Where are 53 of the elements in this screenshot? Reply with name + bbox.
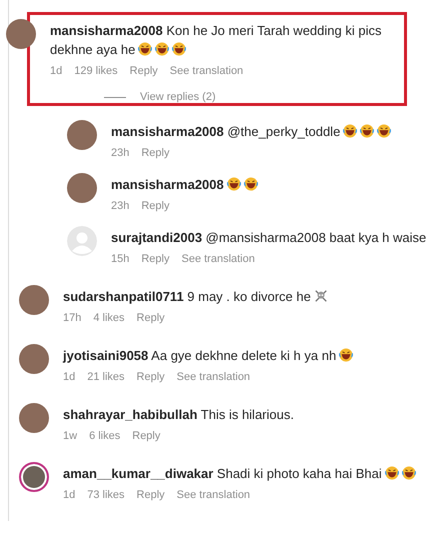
comment-text: mansisharma2008 @the_perky_toddle (111, 122, 431, 141)
reply-button[interactable]: Reply (136, 371, 165, 383)
laughing-emoji-icon (172, 42, 186, 56)
reply-button[interactable]: Reply (141, 200, 170, 212)
reply-button[interactable]: Reply (130, 65, 158, 77)
comment-text: jyotisaini9058 Aa gye dekhne delete ki h ya nh (63, 346, 354, 365)
see-translation-button[interactable]: See translation (170, 65, 244, 77)
avatar-photo[interactable] (67, 173, 97, 203)
laughing-emoji-icon (343, 124, 358, 138)
view-replies-button[interactable]: View replies (2) (140, 91, 216, 103)
comment-time: 15h (111, 253, 130, 265)
see-translation-button[interactable]: See translation (181, 253, 255, 265)
avatar-photo[interactable] (19, 344, 49, 374)
laughing-emoji-icon (339, 348, 354, 362)
reply-button[interactable]: Reply (136, 312, 165, 324)
comment-time: 1d (63, 371, 76, 383)
likes-count[interactable]: 129 likes (74, 65, 118, 77)
comment-text: aman__kumar__diwakar Shadi ki photo kaha hai Bhai (63, 464, 416, 483)
laughing-emoji-icon (402, 466, 416, 480)
laughing-emoji-icon (244, 177, 258, 191)
reply-button[interactable]: Reply (136, 489, 165, 501)
laughing-emoji-icon (360, 124, 374, 138)
avatar-photo[interactable] (6, 19, 36, 49)
comment-time: 23h (111, 200, 130, 212)
comment-text: shahrayar_habibullah This is hilarious. (63, 406, 294, 424)
comment-time: 1d (63, 489, 76, 501)
reply-button[interactable]: Reply (132, 430, 160, 442)
skull-crossbones-icon (314, 289, 328, 303)
comment-time: 1d (50, 65, 62, 77)
laughing-emoji-icon (138, 42, 152, 56)
likes-count[interactable]: 21 likes (87, 371, 125, 383)
avatar-photo[interactable] (19, 285, 49, 315)
reply-button[interactable]: Reply (141, 253, 170, 265)
avatar-photo[interactable] (19, 462, 49, 492)
comment-text: sudarshanpatil0711 9 may . ko divorce he (63, 287, 328, 306)
likes-count[interactable]: 4 likes (93, 312, 125, 324)
avatar-photo[interactable] (67, 120, 97, 150)
comment-text: surajtandi2003 @mansisharma2008 baat kya h waise (111, 229, 428, 247)
comment-time: 1w (63, 430, 78, 442)
comment-time: 17h (63, 312, 82, 324)
likes-count[interactable]: 73 likes (87, 489, 125, 501)
comment-text: mansisharma2008 (111, 175, 431, 194)
avatar-photo[interactable] (19, 403, 49, 433)
comment-time: 23h (111, 147, 130, 159)
laughing-emoji-icon (384, 466, 399, 480)
comment-text: mansisharma2008 Kon he Jo meri Tarah wedding ki pics dekhne aya he (50, 22, 382, 59)
likes-count[interactable]: 6 likes (89, 430, 120, 442)
see-translation-button[interactable]: See translation (176, 371, 250, 383)
laughing-emoji-icon (226, 177, 241, 191)
reply-button[interactable]: Reply (141, 147, 170, 159)
laughing-emoji-icon (377, 124, 392, 138)
see-translation-button[interactable]: See translation (176, 489, 250, 501)
laughing-emoji-icon (155, 42, 170, 56)
